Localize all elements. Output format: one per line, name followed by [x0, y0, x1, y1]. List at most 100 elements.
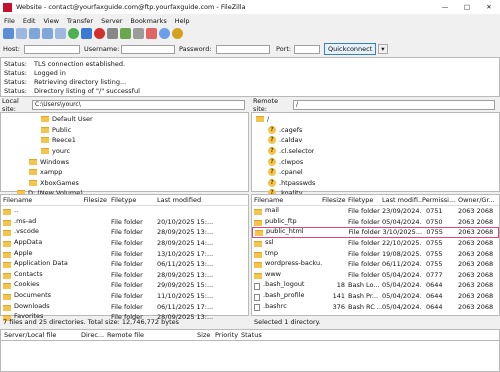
local-file-row[interactable]: Cookies File folder 29/09/2025 15:...: [1, 280, 248, 291]
local-site-path[interactable]: C:\Users\yourc\: [32, 100, 245, 110]
remote-tree-item[interactable]: ? .htpasswds: [252, 178, 499, 189]
search-icon[interactable]: [159, 28, 170, 39]
remote-file-row[interactable]: .bash_profile 141 Bash Pr... 05/04/2024... 0…: [252, 291, 499, 302]
remote-header-owner[interactable]: Owner/Gr...: [458, 196, 498, 204]
menu-view[interactable]: View: [43, 17, 58, 25]
local-file-row[interactable]: Contacts File folder 28/09/2025 13:...: [1, 270, 248, 281]
remote-file-row[interactable]: wordpress-backu... File folder 06/11/2024.…: [252, 259, 499, 270]
cancel-icon[interactable]: [94, 28, 105, 39]
remote-file-owner: 2063 2068: [458, 249, 494, 258]
local-file-row[interactable]: Application Data File folder 06/11/2025 13…: [1, 259, 248, 270]
remote-file-row[interactable]: mail File folder 23/09/2024... 0751 2063 206…: [252, 206, 499, 217]
remote-file-name-cell: .bash_profile: [252, 291, 322, 301]
remote-file-row[interactable]: public_ftp File folder 05/04/2024... 0750 20…: [252, 217, 499, 228]
remote-tree-item[interactable]: ? .clwpos: [252, 156, 499, 167]
remote-header-filetype[interactable]: Filetype: [348, 196, 382, 204]
remote-tree-item[interactable]: ? .cagefs: [252, 125, 499, 136]
local-tree-item[interactable]: xampp: [1, 167, 248, 178]
minimize-button[interactable]: —: [434, 3, 456, 11]
folder-icon: [254, 272, 262, 279]
log-line: Status: Directory listing of "/" successf…: [4, 87, 140, 95]
remote-file-row[interactable]: .bash_logout 18 Bash Lo... 05/04/2024... 064…: [252, 280, 499, 291]
disconnect-icon[interactable]: [107, 28, 118, 39]
remote-header-permissions[interactable]: Permissi...: [422, 196, 458, 204]
queue-header-size[interactable]: Size: [197, 331, 215, 339]
local-tree-item[interactable]: Windows: [1, 156, 248, 167]
folder-icon: [41, 116, 49, 123]
folder-icon: [41, 148, 49, 155]
local-tree-item[interactable]: Default User: [1, 114, 248, 125]
local-tree-item[interactable]: yourc: [1, 146, 248, 157]
quickconnect-dropdown-icon[interactable]: ▾: [378, 44, 388, 54]
remote-file-row[interactable]: public_html File folder 3/10/2025... 0755 20…: [252, 227, 499, 238]
remote-file-row[interactable]: tmp File folder 19/08/2025... 0755 2063 2068: [252, 248, 499, 259]
local-status-bar: 7 files and 25 directories. Total size: …: [0, 316, 249, 328]
local-file-row[interactable]: Documents File folder 11/10/2025 15:...: [1, 291, 248, 302]
remote-file-row[interactable]: .bashrc 376 Bash RC ... 05/04/2024... 0644 20…: [252, 301, 499, 312]
queue-header-remote-file[interactable]: Remote file: [107, 331, 197, 339]
local-file-row[interactable]: ..: [1, 206, 248, 217]
site-manager-icon[interactable]: [3, 28, 14, 39]
remote-tree-label: .cl.selector: [279, 147, 315, 156]
remote-header-filename[interactable]: Filename: [252, 196, 322, 204]
remote-file-row[interactable]: ssl File folder 22/10/2025... 0755 2063 2068: [252, 238, 499, 249]
queue-header-status[interactable]: Status: [241, 331, 281, 339]
local-status-text: 7 files and 25 directories. Total size: …: [3, 318, 180, 326]
remote-file-type: File folder: [348, 270, 380, 279]
local-header-filename[interactable]: Filename: [1, 196, 81, 204]
remote-tree-item[interactable]: /: [252, 114, 499, 125]
remote-file-row[interactable]: www File folder 05/04/2024... 0777 2063 2068: [252, 270, 499, 281]
folder-icon: [254, 241, 262, 248]
local-file-modified: 29/09/2025 15:...: [157, 281, 214, 290]
password-input[interactable]: [216, 44, 270, 54]
local-tree-item[interactable]: Public: [1, 125, 248, 136]
local-file-name-cell: Apple: [1, 249, 81, 259]
local-file-row[interactable]: AppData File folder 28/09/2025 14:...: [1, 238, 248, 249]
remote-tree-item[interactable]: ? .cpanel: [252, 167, 499, 178]
local-file-row[interactable]: .vscode File folder 28/09/2025 13:...: [1, 227, 248, 238]
local-tree-item[interactable]: XboxGames: [1, 178, 248, 189]
toggle-log-icon[interactable]: [16, 28, 27, 39]
host-input[interactable]: [24, 44, 80, 54]
remote-file-owner: 2063 2068: [458, 292, 494, 301]
directory-compare-icon[interactable]: [133, 28, 144, 39]
folder-icon: [254, 262, 262, 269]
reconnect-icon[interactable]: [120, 28, 131, 39]
toggle-local-tree-icon[interactable]: [29, 28, 40, 39]
username-input[interactable]: [121, 44, 175, 54]
menu-bookmarks[interactable]: Bookmarks: [130, 17, 166, 25]
menu-server[interactable]: Server: [101, 17, 122, 25]
close-button[interactable]: ✕: [478, 3, 500, 11]
quickconnect-button[interactable]: Quickconnect: [324, 43, 377, 55]
local-header-filetype[interactable]: Filetype: [107, 196, 157, 204]
toggle-remote-tree-icon[interactable]: [42, 28, 53, 39]
local-file-row[interactable]: Apple File folder 13/10/2025 17:...: [1, 248, 248, 259]
local-file-row[interactable]: Downloads File folder 06/11/2025 17:...: [1, 301, 248, 312]
local-header-modified[interactable]: Last modified: [157, 196, 237, 204]
toggle-queue-icon[interactable]: [55, 28, 66, 39]
local-tree-item[interactable]: Reece1: [1, 135, 248, 146]
queue-header-priority[interactable]: Priority: [215, 331, 241, 339]
find-files-icon[interactable]: [172, 28, 183, 39]
menu-transfer[interactable]: Transfer: [67, 17, 93, 25]
remote-header-modified[interactable]: Last modifi...: [382, 196, 422, 204]
local-file-row[interactable]: .ms-ad File folder 20/10/2025 15:...: [1, 217, 248, 228]
remote-tree-item[interactable]: ? .caldav: [252, 135, 499, 146]
queue-header-direction[interactable]: Direc...: [81, 331, 107, 339]
menu-edit[interactable]: Edit: [23, 17, 36, 25]
process-queue-icon[interactable]: [81, 28, 92, 39]
remote-site-path[interactable]: /: [293, 100, 495, 110]
port-input[interactable]: [294, 44, 320, 54]
refresh-icon[interactable]: [68, 28, 79, 39]
sync-browse-icon[interactable]: [146, 28, 157, 39]
maximize-button[interactable]: □: [456, 3, 478, 11]
menu-file[interactable]: File: [4, 17, 15, 25]
remote-tree-item[interactable]: ? .cl.selector: [252, 146, 499, 157]
menu-help[interactable]: Help: [175, 17, 190, 25]
remote-file-owner: 2063 2068: [458, 302, 494, 311]
local-header-filesize[interactable]: Filesize: [81, 196, 107, 204]
queue-header-local-file[interactable]: Server/Local file: [1, 331, 81, 339]
filezilla-logo-icon: [3, 2, 12, 12]
local-file-type: File folder: [111, 281, 143, 290]
remote-header-filesize[interactable]: Filesize: [322, 196, 348, 204]
